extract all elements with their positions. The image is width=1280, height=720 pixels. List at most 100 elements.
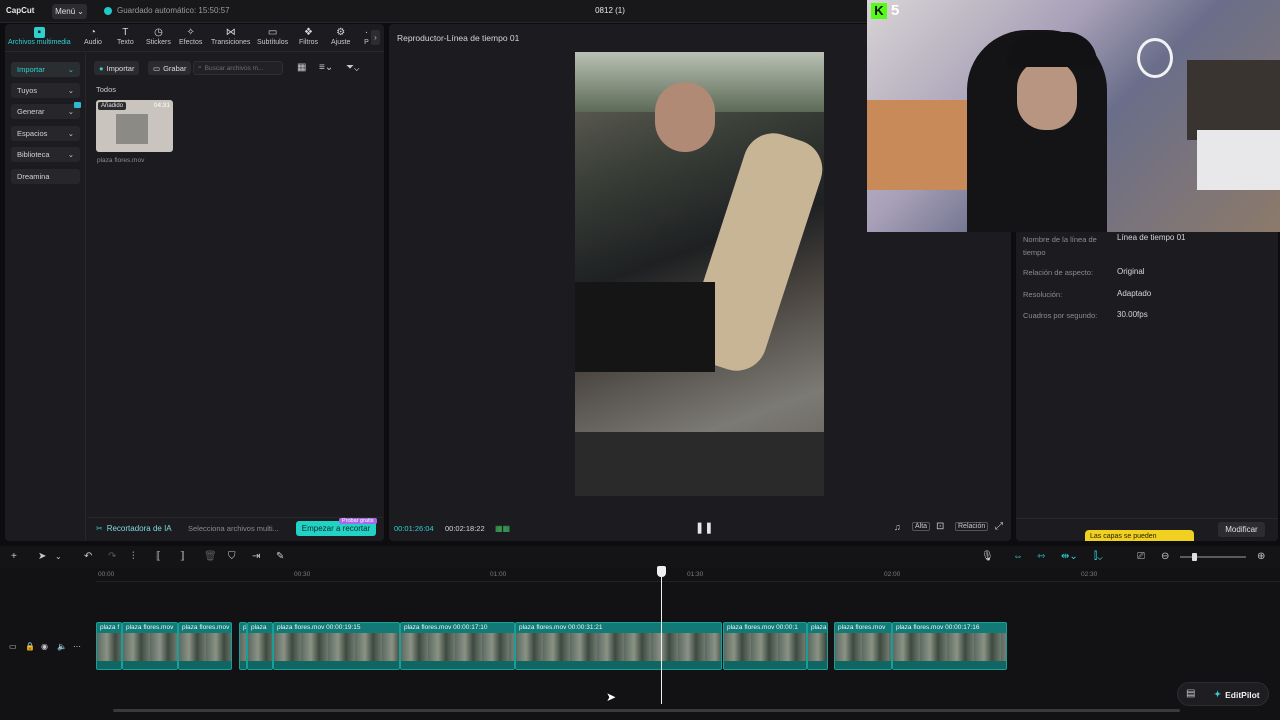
audio-icon: ◔ [89, 27, 96, 38]
timeline-clip[interactable]: p [239, 622, 247, 670]
total-time: 00:02:18:22 [445, 524, 485, 533]
crop-icon[interactable]: ⊡ [936, 521, 944, 532]
trim-left-icon[interactable]: ⟦ [156, 551, 161, 563]
link-icon[interactable]: ⇔ [1013, 551, 1023, 563]
tab-effects[interactable]: ✧ Efectos [179, 27, 202, 46]
sidebar-item-spaces[interactable]: Espacios ⌄ [11, 126, 80, 141]
timeline-name-value: Línea de tiempo 01 [1117, 233, 1186, 242]
grid-view-icon[interactable]: ▦ [297, 62, 306, 74]
sidebar-item-dreamina[interactable]: Dreamina [11, 169, 80, 184]
ruler-tick: 00:00 [98, 571, 115, 578]
duration-badge: 04:31 [153, 102, 170, 109]
tab-adjust[interactable]: ⚙ Ajuste [331, 27, 350, 46]
tab-subtitles[interactable]: ▭ Subtítulos [257, 27, 288, 46]
fps-value: 30.00fps [1117, 310, 1148, 319]
audio-track-icon[interactable]: ♫ [894, 522, 901, 532]
tabs-scroll-right-button[interactable]: › [371, 30, 380, 45]
editpilot-button[interactable]: ✦ EditPilot [1214, 689, 1260, 700]
tab-transitions[interactable]: ⋈ Transiciones [211, 27, 250, 46]
undo-icon[interactable]: ↶ [84, 551, 92, 563]
ruler-tick: 02:30 [1081, 571, 1098, 578]
track-cover-icon[interactable]: ▭ [9, 641, 17, 653]
current-time: 00:01:26:04 [394, 524, 434, 533]
timeline-clip[interactable]: plaza [247, 622, 273, 670]
timeline-clip[interactable]: plaza flores.mov [834, 622, 892, 670]
delete-icon[interactable]: 🗑 [204, 551, 217, 563]
webcam-overlay [867, 0, 1280, 232]
select-tool-icon[interactable]: ➤ [38, 551, 46, 563]
shield-icon[interactable]: ⛉ [228, 551, 236, 563]
filter-icon[interactable]: ⏷⌄ [346, 62, 359, 74]
import-button[interactable]: ● Importar [94, 61, 140, 75]
video-preview[interactable] [575, 52, 824, 496]
more-options-icon[interactable]: ⋯ [73, 641, 81, 653]
magnet-icon[interactable]: ⇿ [1037, 551, 1045, 563]
timeline-clip[interactable]: plaza flores.mov [178, 622, 232, 670]
freeze-icon[interactable]: ⇥ [252, 551, 260, 563]
pause-icon[interactable]: ❚❚ [695, 521, 713, 534]
trim-right-icon[interactable]: ⟧ [180, 551, 185, 563]
split-icon[interactable]: ⫶ [132, 551, 135, 563]
timeline-clip[interactable]: plaza [807, 622, 828, 670]
filters-icon: ❖ [304, 27, 314, 38]
add-track-icon[interactable]: + [11, 551, 17, 563]
redo-icon[interactable]: ↷ [108, 551, 116, 563]
microphone-icon[interactable]: 🎙 [981, 551, 994, 563]
fit-icon[interactable]: ⎚ [1137, 551, 1145, 563]
resolution-value: Adaptado [1117, 289, 1152, 298]
playhead[interactable] [661, 568, 662, 704]
zoom-slider-handle[interactable] [1192, 553, 1197, 561]
quality-button[interactable]: Alta [912, 522, 931, 531]
video-box [575, 282, 715, 372]
record-button[interactable]: ▭ Grabar [148, 61, 192, 75]
sidebar-item-yours[interactable]: Tuyos ⌄ [11, 83, 80, 98]
tab-text[interactable]: T Texto [117, 27, 134, 46]
modify-button[interactable]: Modificar [1218, 522, 1265, 537]
timeline-clip[interactable]: plaza flores.mov 00:00:1 [723, 622, 807, 670]
eye-icon[interactable]: ◉ [41, 641, 48, 653]
free-badge: Probar gratis [339, 518, 377, 524]
sidebar-item-library[interactable]: Biblioteca ⌄ [11, 147, 80, 162]
tab-stickers[interactable]: ◷ Stickers [146, 27, 171, 46]
sidebar-item-import[interactable]: Importar ⌄ [11, 62, 80, 77]
timeline-clip[interactable]: plaza f [96, 622, 122, 670]
viewer-count: 5 [891, 2, 900, 19]
webcam-cap [1007, 32, 1097, 67]
zoom-in-icon[interactable]: ⊕ [1257, 551, 1265, 563]
notes-icon[interactable]: ▤ [1186, 688, 1195, 700]
tab-filters[interactable]: ❖ Filtros [299, 27, 318, 46]
sort-icon[interactable]: ≡⌄ [319, 62, 333, 74]
kick-logo-icon: K [871, 3, 887, 19]
zoom-slider[interactable] [1180, 556, 1246, 558]
timeline-clip[interactable]: plaza flores.mov [122, 622, 178, 670]
added-badge: Añadido [98, 102, 127, 110]
webcam-face [1017, 60, 1077, 130]
waveform-icon[interactable]: ▦▦ [495, 524, 510, 533]
menu-button[interactable]: Menú ⌄ [52, 4, 87, 19]
media-item-thumbnail[interactable]: Añadido 04:31 [96, 100, 173, 152]
zoom-out-icon[interactable]: ⊖ [1161, 551, 1169, 563]
timeline-scrollbar[interactable] [113, 709, 1180, 712]
timeline-clip[interactable]: plaza flores.mov 00:00:19:15 [273, 622, 400, 670]
playhead-handle[interactable] [657, 566, 666, 577]
timeline-clip[interactable]: plaza flores.mov 00:00:17:16 [892, 622, 1007, 670]
mouse-cursor-icon: ➤ [606, 690, 617, 704]
ai-edit-icon[interactable]: ✎ [276, 551, 284, 563]
ratio-button[interactable]: Relación [955, 522, 989, 531]
lock-icon[interactable]: 🔒 [25, 641, 35, 653]
timeline-clip[interactable]: plaza flores.mov 00:00:31:21 [515, 622, 722, 670]
sidebar-item-generate[interactable]: Generar ⌄ [11, 104, 80, 119]
tab-media[interactable]: ▪ Archivos multimedia [8, 27, 71, 46]
preview-axis-icon[interactable]: ⫿⌄ [1094, 551, 1103, 563]
chevron-down-icon[interactable]: ⌄ [55, 551, 62, 563]
app-logo: CapCut [6, 6, 35, 15]
snap-icon[interactable]: ⇹⌄ [1061, 551, 1078, 563]
project-name[interactable]: 0812 (1) [560, 6, 660, 15]
timeline-toolbar [0, 546, 1280, 568]
tab-audio[interactable]: ◔ Audio [84, 27, 102, 46]
timeline-clip[interactable]: plaza flores.mov 00:00:17:10 [400, 622, 515, 670]
chevron-down-icon: ⌄ [67, 129, 74, 138]
search-input[interactable]: ⌕ Buscar archivos m... [193, 61, 283, 75]
fullscreen-icon[interactable]: ⤢ [995, 521, 1003, 532]
volume-icon[interactable]: 🔈 [57, 641, 67, 653]
